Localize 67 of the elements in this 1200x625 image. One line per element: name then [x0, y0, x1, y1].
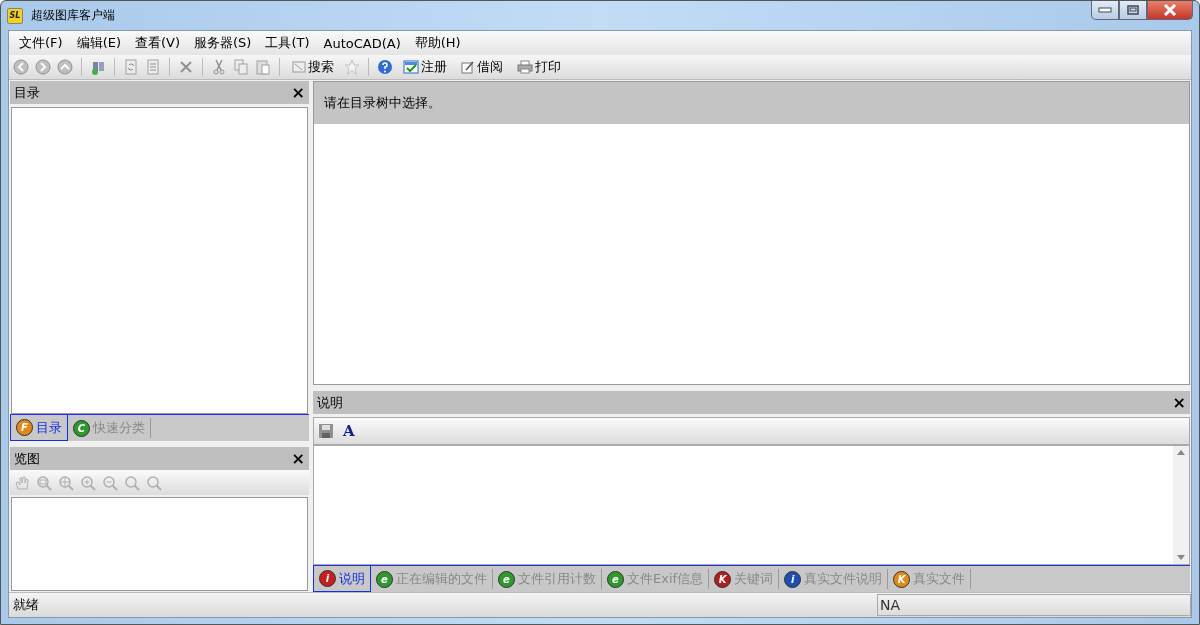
- register-button[interactable]: 注册: [398, 58, 452, 76]
- tab-badge-icon: i: [784, 570, 802, 588]
- close-button[interactable]: [1147, 1, 1193, 20]
- tab-badge-icon: K: [893, 570, 911, 588]
- paste-icon[interactable]: [254, 58, 272, 76]
- star-icon[interactable]: [343, 58, 361, 76]
- back-icon[interactable]: [12, 58, 30, 76]
- document-icon[interactable]: [144, 58, 162, 76]
- menu-item[interactable]: 服务器(S): [187, 34, 259, 52]
- tab-badge-icon: e: [376, 570, 393, 588]
- close-panel-button[interactable]: ×: [291, 449, 305, 468]
- panel-title: 览图: [14, 449, 40, 468]
- refresh-icon[interactable]: [122, 58, 140, 76]
- menu-item[interactable]: 工具(T): [258, 34, 317, 52]
- panel-tab[interactable]: i 真实文件说明: [779, 569, 889, 589]
- up-icon[interactable]: [56, 58, 74, 76]
- minimize-button[interactable]: [1091, 1, 1119, 20]
- panel-tab[interactable]: e 正在编辑的文件: [371, 569, 493, 589]
- print-button[interactable]: 打印: [512, 58, 566, 76]
- panel-tab[interactable]: C 快速分类: [68, 418, 151, 438]
- hint-text: 请在目录树中选择。: [324, 94, 441, 112]
- tab-badge-icon: e: [607, 570, 624, 588]
- help-icon[interactable]: [376, 58, 394, 76]
- menu-item[interactable]: 文件(F): [12, 34, 70, 52]
- status-field: NA: [877, 594, 1191, 616]
- panel-title: 说明: [317, 393, 343, 412]
- checked-form-icon: [403, 60, 419, 74]
- zoom-window-icon[interactable]: [123, 473, 141, 492]
- forward-icon[interactable]: [34, 58, 52, 76]
- tab-badge-icon: i: [319, 570, 336, 587]
- status-text: 就绪: [13, 596, 39, 614]
- maximize-button[interactable]: [1119, 1, 1147, 20]
- zoom-fit-icon[interactable]: [35, 473, 53, 492]
- copy-icon[interactable]: [232, 58, 250, 76]
- tab-badge-icon: C: [73, 419, 90, 437]
- borrow-button[interactable]: 借阅: [456, 58, 508, 76]
- close-panel-button[interactable]: ×: [291, 83, 305, 102]
- printer-icon: [517, 60, 533, 74]
- menu-item[interactable]: AutoCAD(A): [316, 35, 408, 51]
- menu-item[interactable]: 帮助(H): [407, 34, 468, 52]
- panel-title: 目录: [14, 83, 40, 102]
- close-panel-button[interactable]: ×: [1172, 393, 1186, 412]
- panel-tab[interactable]: F 目录: [10, 415, 68, 441]
- close-icon: [1163, 4, 1177, 16]
- zoom-in-icon[interactable]: [79, 473, 97, 492]
- tab-badge-icon: K: [714, 570, 732, 588]
- window-title: 超级图库客户端: [31, 7, 115, 24]
- search-button[interactable]: 搜索: [287, 58, 339, 76]
- panel-tab[interactable]: e 文件引用计数: [493, 569, 602, 589]
- maximize-icon: [1127, 5, 1139, 15]
- app-logo-icon: SL: [7, 7, 23, 24]
- font-button[interactable]: A: [339, 422, 359, 440]
- menu-item[interactable]: 查看(V): [128, 34, 188, 52]
- zoom-grid-icon[interactable]: [57, 473, 75, 492]
- panel-tab[interactable]: i 说明: [313, 566, 371, 592]
- edit-icon: [461, 60, 475, 74]
- menu-item[interactable]: 编辑(E): [69, 34, 128, 52]
- tab-badge-icon: F: [16, 419, 33, 436]
- zoom-step-icon[interactable]: [145, 473, 163, 492]
- cut-icon[interactable]: [210, 58, 228, 76]
- hand-icon[interactable]: [13, 473, 31, 492]
- tab-badge-icon: e: [498, 570, 515, 588]
- save-icon[interactable]: [317, 422, 335, 440]
- panel-tab[interactable]: K 关键词: [709, 569, 780, 589]
- zoom-out-icon[interactable]: [101, 473, 119, 492]
- minimize-icon: [1098, 7, 1112, 13]
- panel-tab[interactable]: e 文件Exif信息: [602, 569, 710, 589]
